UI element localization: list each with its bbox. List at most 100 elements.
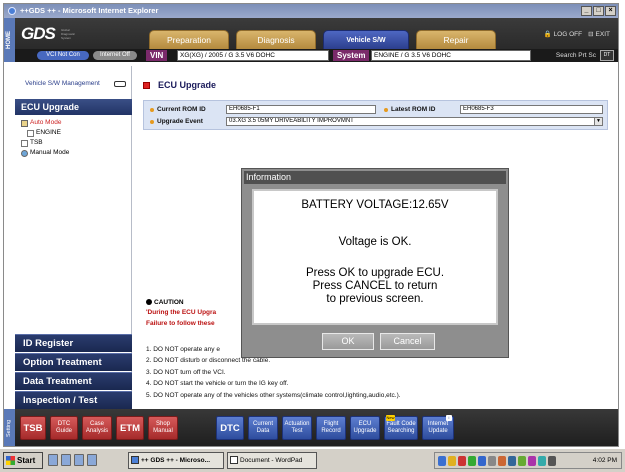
sidebar-button-data-treatment[interactable]: Data Treatment: [15, 372, 132, 390]
vehicle-bar: VCI Not Con Internet Off VIN XG(XG) / 20…: [15, 49, 618, 62]
close-button[interactable]: ×: [605, 6, 616, 16]
current-data-button[interactable]: Current Data: [248, 416, 278, 440]
etm-button[interactable]: ETM: [116, 416, 144, 440]
shop-manual-button[interactable]: Shop Manual: [148, 416, 178, 440]
dtc-guide-button[interactable]: DTC Guide: [50, 416, 78, 440]
sidebar-button-option-treatment[interactable]: Option Treatment: [15, 353, 132, 371]
quick-launch-icon[interactable]: [61, 454, 71, 466]
logo-subtitle: Global Diagnostic System: [61, 28, 76, 40]
info-badge: i: [446, 415, 452, 421]
system-label: System: [333, 50, 370, 61]
search-link[interactable]: Search: [556, 52, 577, 59]
tab-repair[interactable]: Repair: [416, 30, 496, 49]
page-title-text: ECU Upgrade: [158, 80, 217, 90]
upgrade-event-select[interactable]: 03.XG 3.5 05MY DRIVEABILITY IMPROVMNT ▼: [226, 117, 603, 126]
rom-info-form: Current ROM ID EH0685-F1 Latest ROM ID E…: [143, 100, 608, 130]
taskbar-item-gds[interactable]: ++ GDS ++ - Microso...: [128, 452, 224, 469]
caution-icon: [146, 299, 152, 306]
dtc-button[interactable]: DTC: [216, 416, 244, 440]
instruction-line: Press CANCEL to return: [312, 280, 438, 292]
window-titlebar[interactable]: ++GDS ++ - Microsoft Internet Explorer: [4, 4, 618, 18]
quick-launch-icon[interactable]: [74, 454, 84, 466]
latest-rom-field[interactable]: EH0685-F3: [460, 105, 603, 114]
system-tray: 4:02 PM: [434, 452, 622, 469]
new-badge: New: [386, 415, 395, 421]
home-tab[interactable]: HOME: [4, 18, 15, 62]
chevron-down-icon[interactable]: ▼: [594, 118, 602, 125]
exit-link[interactable]: ⊟ EXIT: [588, 30, 610, 39]
log-off-label: LOG OFF: [553, 30, 583, 38]
tray-icon[interactable]: [528, 456, 536, 466]
quick-launch-icon[interactable]: [87, 454, 97, 466]
tab-diagnosis[interactable]: Diagnosis: [236, 30, 316, 49]
tree-item-engine[interactable]: ENGINE: [21, 128, 69, 138]
tray-icon[interactable]: [538, 456, 546, 466]
screen: ++GDS ++ - Microsoft Internet Explorer _…: [0, 0, 625, 472]
tree-item-tsb[interactable]: TSB: [21, 138, 69, 148]
taskbar-item-wordpad[interactable]: Document - WordPad: [227, 452, 317, 469]
tray-icon[interactable]: [438, 456, 446, 466]
setting-tab[interactable]: Setting: [4, 409, 15, 446]
tray-icon[interactable]: [448, 456, 456, 466]
minimize-button[interactable]: _: [581, 6, 592, 16]
tray-icon[interactable]: [458, 456, 466, 466]
tree-item-label: ENGINE: [36, 129, 61, 136]
tray-icon[interactable]: [488, 456, 496, 466]
bullet-icon: [384, 107, 388, 112]
app-header: HOME GDS Global Diagnostic System Prepar…: [4, 18, 618, 63]
battery-voltage-text: BATTERY VOLTAGE:12.65V: [301, 199, 449, 211]
header-links: 🔒 LOG OFF ⊟ EXIT: [543, 30, 610, 39]
tray-icon[interactable]: [478, 456, 486, 466]
ecu-upgrade-button[interactable]: ECU Upgrade: [350, 416, 380, 440]
current-rom-row: Current ROM ID: [150, 106, 206, 113]
tree-item-auto-mode[interactable]: Auto Mode: [21, 118, 69, 128]
upgrade-event-label: Upgrade Event: [157, 118, 203, 125]
note-line: 3. DO NOT turn off the VCI.: [146, 369, 226, 376]
latest-rom-label: Latest ROM ID: [391, 106, 436, 113]
dialog-title[interactable]: Information: [244, 171, 506, 184]
tray-icon[interactable]: [498, 456, 506, 466]
ok-button[interactable]: OK: [322, 333, 374, 350]
vin-field[interactable]: XG(XG) / 2005 / G 3.5 V6 DOHC: [177, 50, 329, 61]
tab-preparation[interactable]: Preparation: [149, 30, 229, 49]
fault-code-searching-button[interactable]: New Fault Code Searching: [384, 415, 418, 440]
note-line: 5. DO NOT operate any of the vehicles ot…: [146, 392, 401, 399]
quick-launch-icon[interactable]: [48, 454, 58, 466]
internet-status-badge: Internet Off: [93, 51, 137, 60]
cancel-button[interactable]: Cancel: [380, 333, 435, 350]
volume-icon[interactable]: [548, 456, 556, 466]
tab-vehicle-sw-management[interactable]: Vehicle S/W Management: [323, 30, 409, 63]
tree-item-manual-mode[interactable]: Manual Mode: [21, 148, 69, 158]
sidebar-button-inspection-test[interactable]: Inspection / Test: [15, 391, 132, 409]
bottom-toolbar: Setting TSB DTC Guide Case Analysis ETM …: [4, 409, 618, 446]
maximize-button[interactable]: □: [593, 6, 604, 16]
search-print-links: Search Prt Sc: [556, 50, 596, 61]
caution-title: CAUTION: [154, 299, 184, 306]
note-line: 2. DO NOT disturb or disconnect the cabl…: [146, 357, 271, 364]
voltage-status-text: Voltage is OK.: [338, 236, 412, 248]
tsb-button[interactable]: TSB: [20, 416, 46, 440]
upgrade-event-row: Upgrade Event: [150, 118, 203, 125]
log-off-link[interactable]: 🔒 LOG OFF: [543, 30, 583, 39]
lock-icon: 🔒: [543, 31, 552, 38]
caution-line: 'During the ECU Upgra: [146, 309, 217, 316]
system-field[interactable]: ENGINE / G 3.5 V6 DOHC: [371, 50, 531, 61]
current-rom-field[interactable]: EH0685-F1: [226, 105, 376, 114]
window-controls: _ □ ×: [581, 6, 616, 16]
start-button[interactable]: Start: [3, 452, 43, 469]
tray-icon[interactable]: [468, 456, 476, 466]
case-analysis-button[interactable]: Case Analysis: [82, 416, 112, 440]
tray-icon[interactable]: [508, 456, 516, 466]
internet-update-label: Internet Update: [427, 421, 449, 434]
actuation-test-button[interactable]: Actuation Test: [282, 416, 312, 440]
quick-launch: [48, 454, 97, 466]
sidebar-button-id-register[interactable]: ID Register: [15, 334, 132, 352]
flight-record-button[interactable]: Flight Record: [316, 416, 346, 440]
sidebar-module-label[interactable]: Vehicle S/W Management: [15, 78, 132, 90]
print-link[interactable]: Prt Sc: [578, 52, 596, 59]
tray-icon[interactable]: [518, 456, 526, 466]
internet-update-button[interactable]: i Internet Update: [422, 415, 454, 440]
page-title: ECU Upgrade: [143, 80, 216, 90]
dt-icon[interactable]: DT: [600, 50, 614, 61]
sidebar-tree: Auto Mode ENGINE TSB Manual Mode: [21, 118, 69, 158]
